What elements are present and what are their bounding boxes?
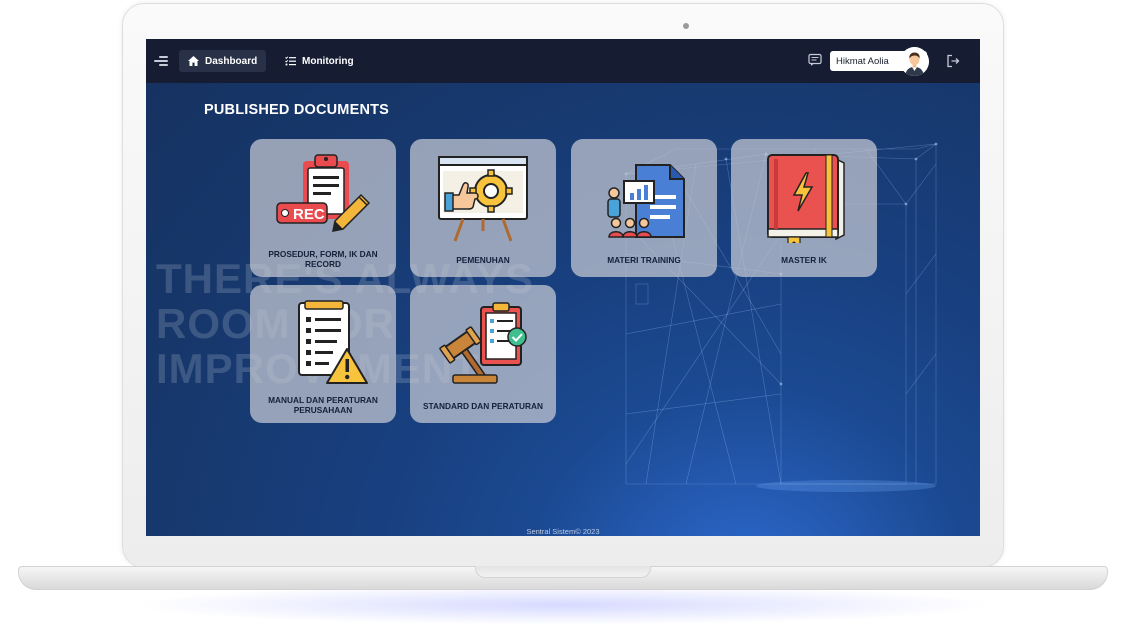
card-prosedur-form-ik-record[interactable]: REC PROSEDUR, FORM, IK DAN RECORD xyxy=(250,139,396,277)
svg-text:REC: REC xyxy=(293,206,325,223)
avatar-illustration xyxy=(900,47,929,76)
card-label: STANDARD DAN PERATURAN xyxy=(423,401,543,411)
card-label: MATERI TRAINING xyxy=(607,255,681,265)
app-screen: THERE'S ALWAYS ROOM FOR IMPROVEMENT Dash… xyxy=(146,39,980,536)
nav-dashboard-label: Dashboard xyxy=(205,55,258,67)
checklist-warning-icon xyxy=(298,300,368,384)
nav-monitoring[interactable]: Monitoring xyxy=(276,50,363,72)
training-document-icon xyxy=(607,164,685,238)
card-standard-peraturan[interactable]: STANDARD DAN PERATURAN xyxy=(410,285,556,423)
top-navbar: Dashboard Monitoring Hikmat Aolia xyxy=(146,39,980,83)
user-name: Hikmat Aolia xyxy=(836,55,889,67)
card-manual-peraturan-perusahaan[interactable]: MANUAL DAN PERATURAN PERUSAHAAN xyxy=(250,285,396,423)
gavel-checklist-icon xyxy=(439,302,527,384)
user-avatar[interactable] xyxy=(900,47,929,76)
card-label: PEMENUHAN xyxy=(456,255,510,265)
home-icon xyxy=(188,56,199,66)
laptop-shadow xyxy=(130,585,996,625)
card-label: MASTER IK xyxy=(781,255,827,265)
card-master-ik[interactable]: MASTER IK xyxy=(731,139,877,277)
red-book-icon xyxy=(767,154,845,243)
nav-dashboard[interactable]: Dashboard xyxy=(179,50,267,72)
menu-toggle-icon[interactable] xyxy=(154,54,168,68)
card-label: PROSEDUR, FORM, IK DAN RECORD xyxy=(268,249,378,269)
laptop-camera xyxy=(683,23,689,29)
presentation-gear-icon xyxy=(438,156,528,242)
card-materi-training[interactable]: MATERI TRAINING xyxy=(571,139,717,277)
laptop-notch xyxy=(475,566,651,578)
nav-monitoring-label: Monitoring xyxy=(302,55,354,67)
footer-copyright: Sentral Sistem© 2023 xyxy=(526,527,600,536)
card-pemenuhan[interactable]: PEMENUHAN xyxy=(410,139,556,277)
list-check-icon xyxy=(285,56,296,66)
chat-icon[interactable] xyxy=(808,53,822,67)
section-title: PUBLISHED DOCUMENTS xyxy=(204,102,390,118)
logout-icon[interactable] xyxy=(946,54,960,68)
card-label: MANUAL DAN PERATURAN PERUSAHAAN xyxy=(268,395,378,415)
clipboard-rec-icon: REC xyxy=(276,154,371,232)
